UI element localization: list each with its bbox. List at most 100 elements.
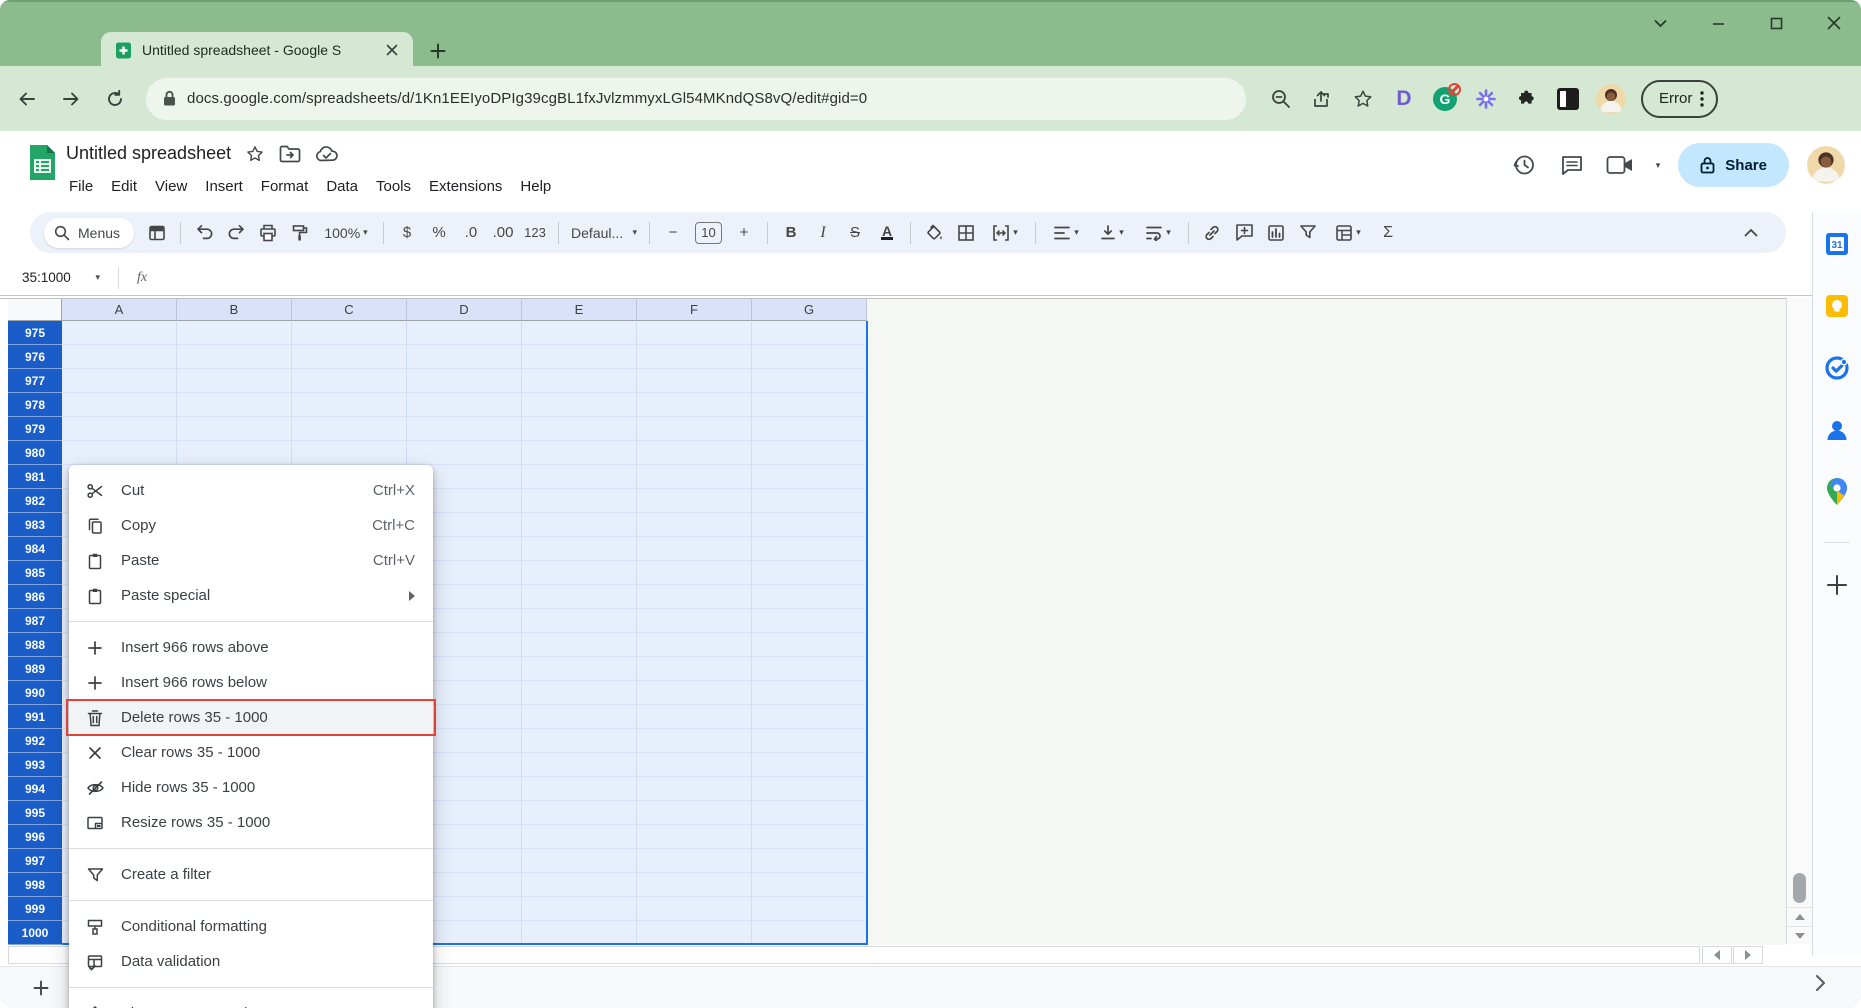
row-header-984[interactable]: 984	[8, 537, 62, 561]
vertical-scrollbar-thumb[interactable]	[1793, 873, 1806, 903]
cell-G979[interactable]	[752, 417, 867, 441]
cell-E994[interactable]	[522, 777, 637, 801]
cell-E998[interactable]	[522, 873, 637, 897]
scroll-left-button[interactable]	[1702, 946, 1732, 964]
cell-F976[interactable]	[637, 345, 752, 369]
more-formats-button[interactable]: 123	[520, 218, 550, 248]
tab-search-icon[interactable]	[1651, 14, 1669, 32]
cell-C978[interactable]	[292, 393, 407, 417]
keep-icon[interactable]	[1821, 290, 1853, 322]
cell-F984[interactable]	[637, 537, 752, 561]
cell-G977[interactable]	[752, 369, 867, 393]
menu-item-resize-rows-35-1000[interactable]: Resize rows 35 - 1000	[69, 805, 433, 840]
font-select[interactable]: Defaul...▾	[567, 218, 641, 248]
insert-table-icon[interactable]	[142, 218, 172, 248]
cell-D975[interactable]	[407, 321, 522, 345]
cell-F997[interactable]	[637, 849, 752, 873]
cell-E987[interactable]	[522, 609, 637, 633]
cell-F994[interactable]	[637, 777, 752, 801]
maximize-icon[interactable]	[1767, 14, 1785, 32]
cell-E981[interactable]	[522, 465, 637, 489]
text-wrap-icon[interactable]: ▾	[1136, 218, 1180, 248]
cloud-status-icon[interactable]	[315, 145, 339, 163]
share-page-icon[interactable]	[1309, 86, 1335, 112]
cell-F986[interactable]	[637, 585, 752, 609]
get-addons-icon[interactable]	[1821, 569, 1853, 601]
cell-A979[interactable]	[62, 417, 177, 441]
column-header-D[interactable]: D	[407, 299, 522, 321]
cell-E999[interactable]	[522, 897, 637, 921]
cell-E977[interactable]	[522, 369, 637, 393]
browser-profile-avatar[interactable]	[1596, 84, 1626, 114]
font-size-input[interactable]: 10	[695, 222, 722, 244]
zoom-select[interactable]: 100%▾	[317, 218, 375, 248]
cell-F987[interactable]	[637, 609, 752, 633]
menu-item-copy[interactable]: CopyCtrl+C	[69, 508, 433, 543]
menubar-extensions[interactable]: Extensions	[420, 173, 511, 200]
cell-G984[interactable]	[752, 537, 867, 561]
cell-G999[interactable]	[752, 897, 867, 921]
menubar-help[interactable]: Help	[511, 173, 560, 200]
cell-E988[interactable]	[522, 633, 637, 657]
browser-tab[interactable]: Untitled spreadsheet - Google S	[101, 32, 413, 68]
row-header-982[interactable]: 982	[8, 489, 62, 513]
menu-item-hide-rows-35-1000[interactable]: Hide rows 35 - 1000	[69, 770, 433, 805]
redo-icon[interactable]	[221, 218, 251, 248]
grammarly-icon[interactable]: G	[1432, 86, 1458, 112]
cell-F995[interactable]	[637, 801, 752, 825]
cell-F993[interactable]	[637, 753, 752, 777]
menubar-format[interactable]: Format	[252, 173, 318, 200]
minimize-icon[interactable]	[1709, 14, 1727, 32]
cell-G1000[interactable]	[752, 921, 867, 945]
cell-A980[interactable]	[62, 441, 177, 465]
row-header-990[interactable]: 990	[8, 681, 62, 705]
account-avatar[interactable]	[1807, 146, 1845, 184]
row-header-983[interactable]: 983	[8, 513, 62, 537]
row-header-977[interactable]: 977	[8, 369, 62, 393]
cell-F990[interactable]	[637, 681, 752, 705]
cell-G987[interactable]	[752, 609, 867, 633]
cell-B977[interactable]	[177, 369, 292, 393]
strikethrough-button[interactable]: S	[840, 218, 870, 248]
row-header-978[interactable]: 978	[8, 393, 62, 417]
column-header-B[interactable]: B	[177, 299, 292, 321]
cell-F979[interactable]	[637, 417, 752, 441]
cell-E980[interactable]	[522, 441, 637, 465]
row-header-994[interactable]: 994	[8, 777, 62, 801]
cell-E996[interactable]	[522, 825, 637, 849]
close-icon[interactable]	[1825, 14, 1843, 32]
cell-G978[interactable]	[752, 393, 867, 417]
sheets-logo[interactable]	[28, 143, 57, 182]
cell-E984[interactable]	[522, 537, 637, 561]
cell-G994[interactable]	[752, 777, 867, 801]
vertical-align-icon[interactable]: ▾	[1090, 218, 1134, 248]
tasks-icon[interactable]	[1821, 352, 1853, 384]
menubar-tools[interactable]: Tools	[367, 173, 420, 200]
extensions-puzzle-icon[interactable]	[1514, 86, 1540, 112]
row-header-991[interactable]: 991	[8, 705, 62, 729]
cell-F985[interactable]	[637, 561, 752, 585]
menu-item-insert-966-rows-below[interactable]: Insert 966 rows below	[69, 665, 433, 700]
insert-link-icon[interactable]	[1197, 218, 1227, 248]
insert-chart-icon[interactable]	[1261, 218, 1291, 248]
row-header-980[interactable]: 980	[8, 441, 62, 465]
row-header-975[interactable]: 975	[8, 321, 62, 345]
cell-B976[interactable]	[177, 345, 292, 369]
comments-icon[interactable]	[1557, 150, 1587, 180]
cell-B975[interactable]	[177, 321, 292, 345]
cell-E983[interactable]	[522, 513, 637, 537]
insert-comment-icon[interactable]	[1229, 218, 1259, 248]
row-header-999[interactable]: 999	[8, 897, 62, 921]
cell-F982[interactable]	[637, 489, 752, 513]
cell-G976[interactable]	[752, 345, 867, 369]
cell-E991[interactable]	[522, 705, 637, 729]
row-header-988[interactable]: 988	[8, 633, 62, 657]
cell-G990[interactable]	[752, 681, 867, 705]
menu-item-paste-special[interactable]: Paste special	[69, 578, 433, 613]
cell-C977[interactable]	[292, 369, 407, 393]
paint-format-icon[interactable]	[285, 218, 315, 248]
cell-G988[interactable]	[752, 633, 867, 657]
cell-C980[interactable]	[292, 441, 407, 465]
menu-item-conditional-formatting[interactable]: Conditional formatting	[69, 909, 433, 944]
forward-icon[interactable]	[54, 82, 88, 116]
